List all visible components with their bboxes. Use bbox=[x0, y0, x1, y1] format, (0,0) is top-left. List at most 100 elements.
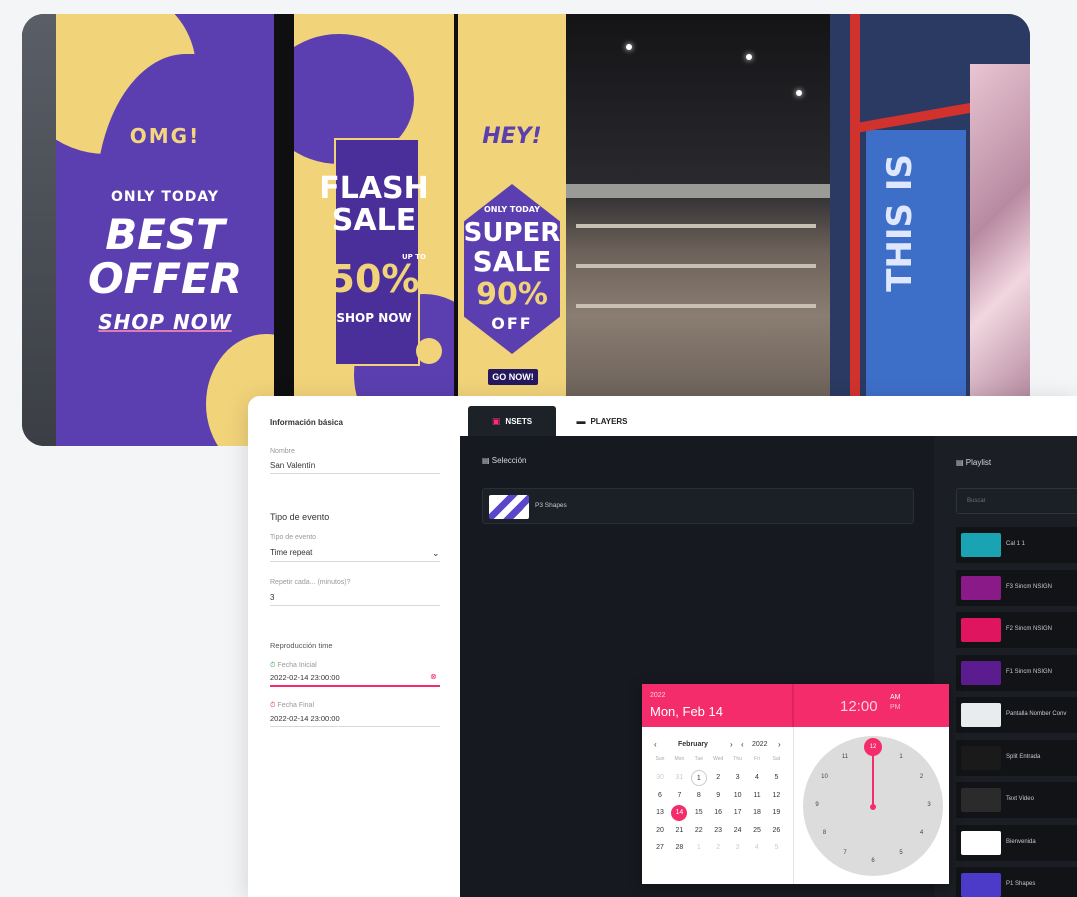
clock-number[interactable]: 8 bbox=[819, 830, 831, 836]
calendar-day[interactable]: 10 bbox=[730, 788, 746, 804]
playlist-item[interactable]: F2 Sincm NSIGN bbox=[956, 612, 1077, 648]
playlist-item[interactable]: P1 Shapes bbox=[956, 867, 1077, 897]
poster-hey: HEY! bbox=[482, 124, 542, 149]
section-event-type: Tipo de evento bbox=[270, 512, 330, 522]
calendar-day[interactable]: 13 bbox=[652, 805, 668, 821]
clear-icon[interactable]: ⊗ bbox=[430, 672, 437, 681]
end-date-input[interactable]: 2022-02-14 23:00:00 bbox=[270, 714, 340, 723]
calendar-day[interactable]: 22 bbox=[691, 823, 707, 839]
picker-am[interactable]: AM bbox=[890, 694, 901, 701]
playlist-search-input[interactable]: Buscar bbox=[956, 488, 1077, 514]
calendar-day[interactable]: 2 bbox=[710, 840, 726, 856]
calendar-day[interactable]: 14 bbox=[671, 805, 688, 821]
calendar-day[interactable]: 7 bbox=[671, 788, 687, 804]
clock-number[interactable]: 10 bbox=[819, 774, 831, 780]
playlist-item[interactable]: Text Video bbox=[956, 782, 1077, 818]
clock-number[interactable]: 4 bbox=[915, 830, 927, 836]
clock-icon: ⏱ bbox=[270, 702, 276, 709]
calendar-day[interactable]: 3 bbox=[730, 840, 746, 856]
picker-year[interactable]: 2022 bbox=[650, 692, 666, 699]
calendar-day[interactable]: 20 bbox=[652, 823, 668, 839]
poster-super: SUPER bbox=[463, 218, 561, 248]
calendar-day[interactable]: 30 bbox=[652, 770, 668, 786]
playlist-title: ▤ Playlist bbox=[956, 458, 992, 467]
playlist-item[interactable]: Split Entrada bbox=[956, 739, 1077, 776]
calendar-day[interactable]: 17 bbox=[730, 805, 746, 821]
tab-players-label: PLAYERS bbox=[590, 416, 628, 426]
tab-players[interactable]: ▬ PLAYERS bbox=[560, 406, 644, 436]
clock-number[interactable]: 1 bbox=[895, 754, 907, 760]
playlist-item-name: Split Entrada bbox=[1006, 753, 1041, 760]
calendar-day[interactable]: 5 bbox=[768, 770, 784, 786]
clock-selected-hour[interactable]: 12 bbox=[864, 738, 882, 756]
calendar-day[interactable]: 28 bbox=[671, 840, 687, 856]
calendar-day[interactable]: 4 bbox=[749, 840, 765, 856]
calendar-day[interactable]: 24 bbox=[730, 823, 746, 839]
calendar-day[interactable]: 11 bbox=[749, 788, 765, 804]
clock-number[interactable]: 9 bbox=[811, 802, 823, 808]
prev-year-icon[interactable]: ‹ bbox=[741, 740, 744, 749]
calendar-day[interactable]: 31 bbox=[671, 770, 687, 786]
calendar-day[interactable]: 16 bbox=[710, 805, 726, 821]
calendar-day[interactable]: 8 bbox=[691, 788, 707, 804]
calendar-day[interactable]: 6 bbox=[652, 788, 668, 804]
weekday-label: Mon bbox=[674, 756, 685, 762]
red-frame bbox=[850, 14, 860, 446]
name-input[interactable]: San Valentín bbox=[270, 461, 315, 470]
poster-only-today: ONLY TODAY bbox=[110, 189, 220, 205]
playlist-item[interactable]: F3 Sincm NSIGN bbox=[956, 569, 1077, 606]
clock-number[interactable]: 11 bbox=[839, 754, 851, 760]
clock-number[interactable]: 2 bbox=[915, 774, 927, 780]
calendar-day[interactable]: 5 bbox=[768, 840, 784, 856]
picker-pm[interactable]: PM bbox=[890, 704, 901, 711]
calendar-day[interactable]: 1 bbox=[690, 770, 707, 786]
poster-flash: FLASH bbox=[319, 171, 429, 206]
calendar-day[interactable]: 26 bbox=[768, 823, 784, 839]
playlist-item[interactable]: F1 Sincm NSIGN bbox=[956, 654, 1077, 691]
calendar-day[interactable]: 25 bbox=[749, 823, 765, 839]
start-date-input[interactable]: 2022-02-14 23:00:00 bbox=[270, 673, 340, 682]
next-month-icon[interactable]: › bbox=[730, 740, 733, 749]
calendar-day[interactable]: 21 bbox=[671, 823, 687, 839]
clock-number[interactable]: 3 bbox=[923, 802, 935, 808]
clock-number[interactable]: 7 bbox=[839, 850, 851, 856]
nset-icon: ▣ bbox=[491, 415, 501, 426]
calendar-day[interactable]: 23 bbox=[710, 823, 726, 839]
calendar-day[interactable]: 12 bbox=[768, 788, 784, 804]
calendar-day[interactable]: 19 bbox=[768, 805, 784, 821]
playlist-search-placeholder: Buscar bbox=[967, 498, 986, 504]
calendar-day[interactable]: 27 bbox=[652, 840, 668, 856]
clock-face[interactable]: 12 1 2 3 4 5 6 7 8 9 10 11 bbox=[803, 736, 943, 876]
item-thumbnail bbox=[961, 575, 1001, 600]
poster-omg: OMG! bbox=[129, 124, 201, 148]
item-thumbnail bbox=[961, 830, 1001, 855]
clock-number[interactable]: 5 bbox=[895, 850, 907, 856]
calendar-day[interactable]: 18 bbox=[749, 805, 765, 821]
led-wall-text: THIS IS bbox=[880, 154, 920, 292]
poster-up-to: UP TO bbox=[402, 253, 426, 261]
selection-item[interactable]: P3 Shapes bbox=[482, 488, 914, 524]
picker-time[interactable]: 12:00 bbox=[840, 698, 878, 715]
tab-nsets[interactable]: ▣ NSETS bbox=[468, 406, 556, 436]
playlist-item[interactable]: Bienvenida bbox=[956, 824, 1077, 861]
calendar-day[interactable]: 15 bbox=[691, 805, 707, 821]
poster-sale: SALE bbox=[331, 203, 417, 238]
prev-month-icon[interactable]: ‹ bbox=[654, 740, 657, 749]
picker-date[interactable]: Mon, Feb 14 bbox=[650, 704, 723, 719]
calendar-day[interactable]: 4 bbox=[749, 770, 765, 786]
clock-number[interactable]: 6 bbox=[867, 858, 879, 864]
playlist-item[interactable]: Pantalla Nomber Conv bbox=[956, 697, 1077, 733]
playlist-item-name: P1 Shapes bbox=[1006, 881, 1036, 887]
clock-center bbox=[870, 804, 876, 810]
store-interior bbox=[566, 14, 830, 446]
chevron-down-icon[interactable]: ⌄ bbox=[432, 548, 440, 559]
calendar-day[interactable]: 9 bbox=[710, 788, 726, 804]
playlist-item[interactable]: Cal 1 1 bbox=[956, 527, 1077, 563]
poster-super-sale: HEY! ONLY TODAY SUPER SALE 90% OFF GO NO… bbox=[458, 14, 566, 446]
calendar-day[interactable]: 1 bbox=[691, 840, 707, 856]
repeat-input[interactable]: 3 bbox=[270, 593, 274, 602]
calendar-day[interactable]: 3 bbox=[730, 770, 746, 786]
calendar-day[interactable]: 2 bbox=[710, 770, 726, 786]
event-type-select[interactable]: Time repeat bbox=[270, 548, 312, 557]
next-year-icon[interactable]: › bbox=[778, 740, 781, 749]
